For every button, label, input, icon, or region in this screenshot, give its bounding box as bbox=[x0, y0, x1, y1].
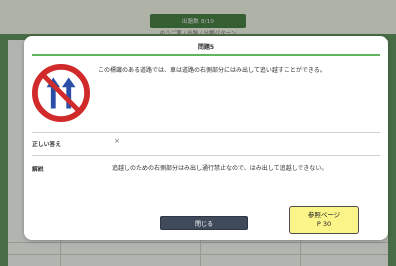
reference-page-label: 参照ページ bbox=[307, 211, 341, 219]
close-button[interactable]: 閉じる bbox=[160, 216, 248, 230]
section-divider bbox=[32, 155, 380, 156]
correct-answer-label: 正しい答え bbox=[32, 142, 61, 148]
question-text: この標識のある道路では、車は道路の右側部分にはみ出して追い越すことができる。 bbox=[98, 67, 326, 74]
reference-page-button[interactable]: 参照ページ P 30 bbox=[289, 206, 359, 234]
correct-answer-value: × bbox=[114, 137, 120, 145]
section-divider bbox=[32, 132, 380, 133]
modal-title: 問題5 bbox=[197, 44, 215, 51]
title-divider bbox=[32, 54, 380, 56]
explanation-text: 追越しのための右側部分はみ出し通行禁止なので、はみ出して追越しできない。 bbox=[112, 165, 328, 172]
question-result-modal: 問題5 この標識のある道路では、車は道路の右側部分にはみ出して追い越すことができ… bbox=[24, 36, 388, 240]
explanation-label: 解説 bbox=[32, 167, 44, 173]
no-overtaking-right-side-sign-icon bbox=[32, 64, 90, 122]
reference-page-number: P 30 bbox=[316, 220, 332, 228]
